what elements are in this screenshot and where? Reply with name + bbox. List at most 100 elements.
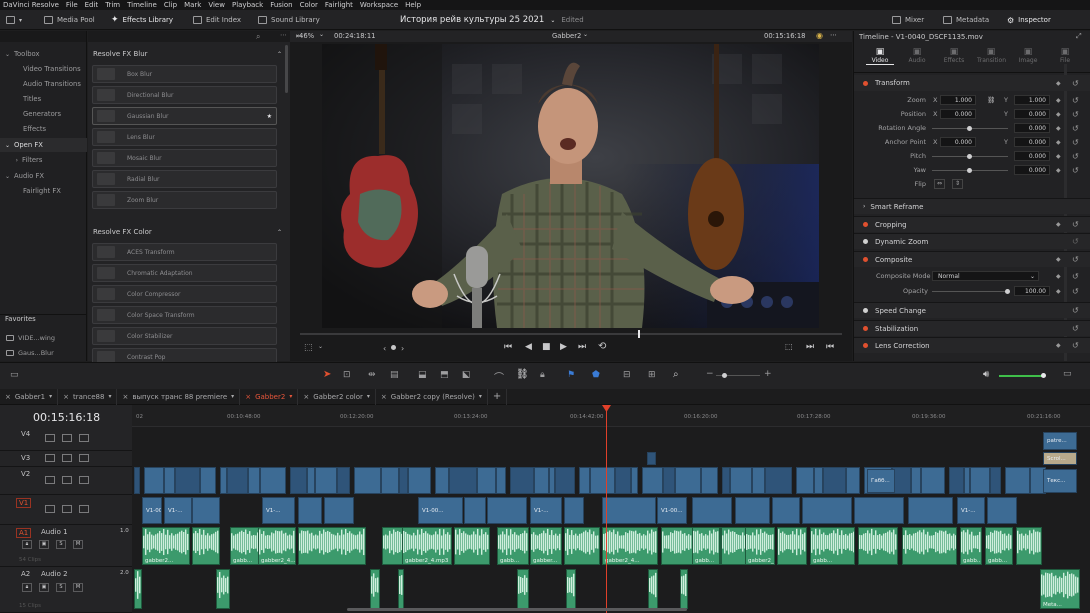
favorite-star-icon[interactable]: ★ <box>267 113 272 120</box>
keyframe-icon[interactable]: ◆ <box>1056 273 1061 280</box>
video-clip[interactable] <box>987 497 1017 524</box>
visibility-icon[interactable] <box>79 454 89 462</box>
video-clip[interactable] <box>846 467 860 494</box>
video-clip[interactable] <box>510 467 534 494</box>
audio-clip[interactable]: Meta... <box>1040 569 1080 609</box>
audio-clip[interactable] <box>298 527 366 565</box>
enabled-dot[interactable] <box>863 222 868 227</box>
audio-clip[interactable] <box>680 569 688 609</box>
volume-slider[interactable] <box>999 375 1043 377</box>
overwrite-clip-icon[interactable]: ⬒ <box>440 370 449 380</box>
reset-icon[interactable]: ↺ <box>1072 220 1079 229</box>
search-icon[interactable]: ⌕ <box>256 32 260 42</box>
auto-select-icon[interactable] <box>62 454 72 462</box>
track-name[interactable]: Audio 2 <box>41 570 68 578</box>
audio-clip[interactable]: gabber2_4.mp3 <box>402 527 452 565</box>
zoom-full-icon[interactable]: ⊟ <box>623 370 631 380</box>
timeline-layout-icon[interactable]: ▭ <box>10 370 19 380</box>
chevron-down-icon[interactable]: ▾ <box>367 393 370 400</box>
track-header-v2[interactable]: V2 <box>0 467 132 495</box>
close-icon[interactable]: × <box>122 393 128 401</box>
video-clip[interactable] <box>324 497 354 524</box>
lock-icon[interactable]: 🔒︎ <box>540 370 545 380</box>
effect-item[interactable]: Color Stabilizer <box>92 327 277 345</box>
audio-clip[interactable]: gabb... <box>692 527 720 565</box>
video-clip[interactable] <box>814 467 823 494</box>
dynamic-trim-icon[interactable]: ⇹ <box>368 370 376 380</box>
timeline-tab[interactable]: × Gabber2 ▾ <box>240 388 299 405</box>
track-header-a1[interactable]: A1 Audio 1 1.0 54 Clips 🔒︎ ▣ S M <box>0 525 132 567</box>
track-id[interactable]: V3 <box>21 454 30 462</box>
value-field[interactable]: 1.000 <box>1014 95 1050 105</box>
audio-clip[interactable] <box>370 569 380 609</box>
enabled-dot[interactable] <box>863 308 868 313</box>
video-clip[interactable] <box>260 467 286 494</box>
jog-right-icon[interactable]: › <box>401 344 404 353</box>
scrollbar[interactable] <box>285 45 288 93</box>
menu-item[interactable]: Timeline <box>127 1 157 9</box>
video-clip[interactable]: patre... <box>1043 432 1077 450</box>
more-icon[interactable]: ⋯ <box>830 31 837 39</box>
stabilization-section[interactable]: Stabilization ↺ <box>854 320 1090 336</box>
scrubber-bar[interactable] <box>300 333 842 335</box>
reset-icon[interactable]: ↺ <box>1072 96 1079 105</box>
panel-toggle[interactable]: ▾ <box>6 10 22 30</box>
zoom-in-icon[interactable]: + <box>764 369 772 379</box>
metadata-button[interactable]: Metadata <box>943 10 989 30</box>
mute-icon[interactable]: M <box>73 540 83 549</box>
inspector-button[interactable]: ⚙ Inspector <box>1007 10 1051 30</box>
video-clip[interactable] <box>823 467 846 494</box>
lock-icon[interactable] <box>45 454 55 462</box>
menu-item[interactable]: Help <box>405 1 421 9</box>
close-icon[interactable]: × <box>245 393 251 401</box>
favorite-item[interactable]: VIDE...wing <box>0 331 87 344</box>
visibility-icon[interactable] <box>79 476 89 484</box>
reset-icon[interactable]: ↺ <box>1072 237 1079 246</box>
tree-item[interactable]: ⌄ Audio FX <box>0 169 87 183</box>
video-clip[interactable] <box>307 467 315 494</box>
media-pool-button[interactable]: Media Pool <box>44 10 95 30</box>
tree-item[interactable]: Audio Transitions <box>0 77 87 91</box>
reset-icon[interactable]: ↺ <box>1072 341 1079 350</box>
value-field[interactable]: 0.000 <box>1014 109 1050 119</box>
video-clip[interactable] <box>854 497 904 524</box>
keyframe-icon[interactable]: ◆ <box>1056 256 1061 263</box>
inspector-tab-effects[interactable]: ▣ Effects <box>940 47 968 64</box>
tree-item[interactable]: Video Transitions <box>0 62 87 76</box>
video-clip[interactable]: V1-... <box>262 497 295 524</box>
effect-item[interactable]: Box Blur <box>92 65 277 83</box>
inspector-tab-audio[interactable]: ▣ Audio <box>903 47 931 64</box>
effect-item[interactable]: ACES Transform <box>92 243 277 261</box>
effect-item[interactable]: Radial Blur <box>92 170 277 188</box>
keyframe-icon[interactable]: ◆ <box>1056 167 1061 174</box>
keyframe-icon[interactable]: ◆ <box>1056 97 1061 104</box>
close-icon[interactable]: × <box>5 393 11 401</box>
tree-item[interactable]: Titles <box>0 92 87 106</box>
jog-dot-icon[interactable] <box>391 345 396 350</box>
cropping-section[interactable]: Cropping ◆ ↺ <box>854 216 1090 232</box>
track-header-a2[interactable]: A2 Audio 2 2.0 15 Clips 🔒︎ ▣ S M <box>0 567 132 613</box>
video-clip[interactable] <box>315 467 337 494</box>
effect-item[interactable]: Color Compressor <box>92 285 277 303</box>
menu-item[interactable]: File <box>66 1 78 9</box>
tree-item[interactable]: ⌄ Toolbox <box>0 47 87 61</box>
effect-item[interactable]: Zoom Blur <box>92 191 277 209</box>
video-clip[interactable] <box>796 467 814 494</box>
video-clip[interactable] <box>692 497 732 524</box>
audio-clip[interactable] <box>192 527 220 565</box>
video-clip[interactable] <box>496 467 506 494</box>
video-clip[interactable] <box>663 467 675 494</box>
speed-change-section[interactable]: Speed Change ↺ <box>854 302 1090 318</box>
speaker-icon[interactable]: ▣ <box>39 540 49 549</box>
menu-item[interactable]: Playback <box>232 1 263 9</box>
audio-clip[interactable] <box>134 569 142 609</box>
reset-icon[interactable]: ↺ <box>1072 124 1079 133</box>
video-clip[interactable] <box>298 497 322 524</box>
lens-correction-section[interactable]: Lens Correction ◆ ↺ <box>854 337 1090 353</box>
audio-clip[interactable]: gabber2... <box>142 527 190 565</box>
close-icon[interactable]: × <box>381 393 387 401</box>
video-clip[interactable] <box>1005 467 1030 494</box>
effects-category-header[interactable]: Resolve FX Blur ⌃ <box>92 47 282 61</box>
effect-item[interactable]: Color Space Transform <box>92 306 277 324</box>
video-clip[interactable] <box>487 497 527 524</box>
